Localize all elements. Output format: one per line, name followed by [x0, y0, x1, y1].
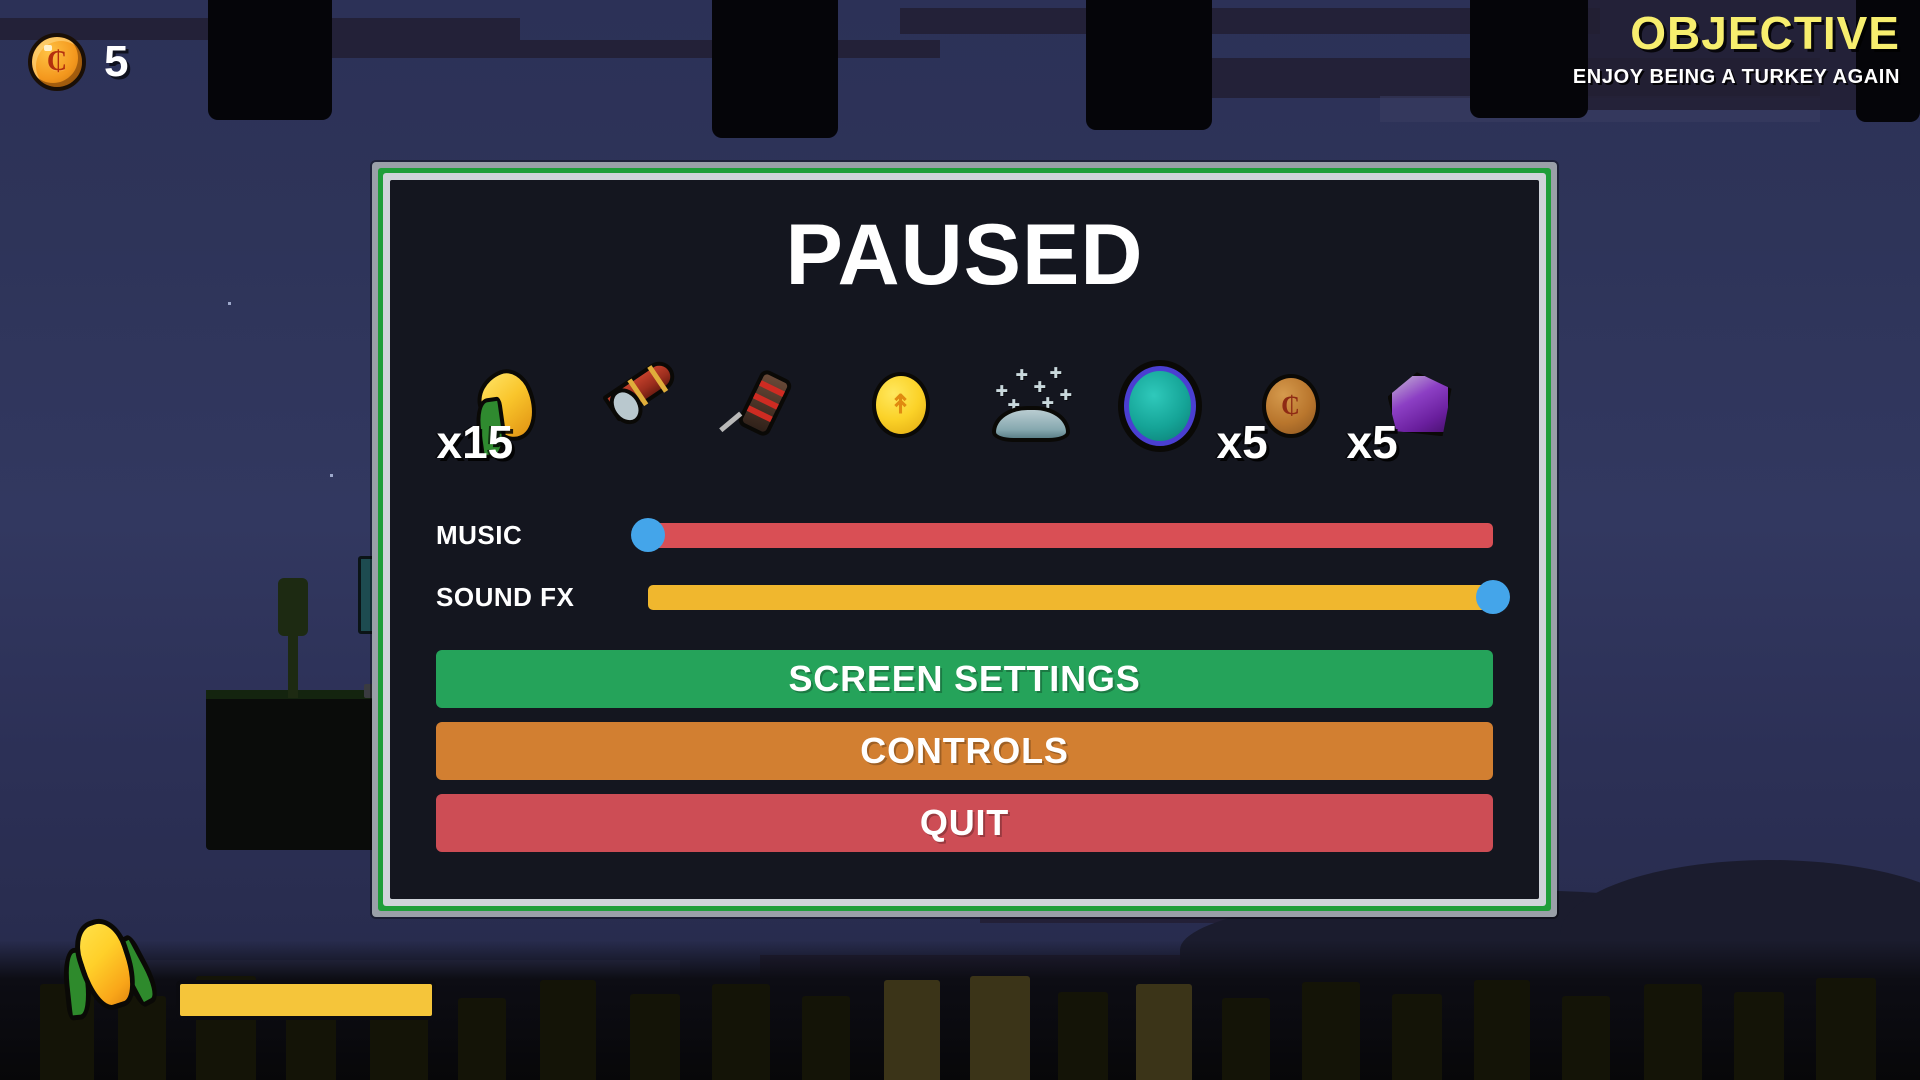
- corn-stalk: [1302, 982, 1360, 1080]
- objective-hud: OBJECTIVE ENJOY BEING A TURKEY AGAIN: [1573, 10, 1900, 89]
- horn-icon: [596, 356, 684, 450]
- portal-orb-icon: [1116, 362, 1204, 450]
- coin-glyph: ₵: [46, 46, 68, 77]
- tree-foliage: [278, 578, 308, 636]
- screen-settings-button[interactable]: SCREEN SETTINGS: [436, 650, 1493, 709]
- controls-button[interactable]: CONTROLS: [436, 722, 1493, 781]
- objective-title: OBJECTIVE: [1630, 7, 1900, 59]
- bronze-coin-glyph: ₵: [1281, 391, 1300, 421]
- hanging-platform: [712, 0, 838, 138]
- music-slider-row: MUSIC: [436, 504, 1493, 566]
- snowflake: ✚: [1059, 387, 1073, 405]
- star: [330, 474, 333, 477]
- objective-subtitle: ENJOY BEING A TURKEY AGAIN: [1572, 66, 1900, 88]
- hanging-platform: [1470, 0, 1588, 118]
- corn-stalk: [1734, 992, 1784, 1080]
- hanging-platform: [1086, 0, 1212, 130]
- gold-coin-glyph: ↟: [889, 390, 912, 420]
- corn-stalk: [1816, 978, 1876, 1080]
- sfx-slider-track[interactable]: [648, 584, 1493, 610]
- snow-cloud-icon-shape: [991, 406, 1070, 443]
- cloud-band: [260, 40, 940, 58]
- firecracker-stripe: [746, 405, 773, 423]
- horn-band: [646, 365, 668, 394]
- snowflake: ✚: [1015, 367, 1029, 385]
- corn-stalk: [1392, 994, 1442, 1080]
- sfx-slider[interactable]: [648, 580, 1510, 615]
- inventory-slot-portal-orb[interactable]: [1101, 351, 1219, 461]
- audio-settings: MUSIC SOUND FX: [436, 504, 1510, 628]
- horn-band: [626, 378, 648, 407]
- sfx-slider-label: SOUND FX: [436, 581, 575, 612]
- quit-button[interactable]: QUIT: [436, 794, 1493, 853]
- powerup-progress-bar: [176, 980, 436, 1020]
- snowflake: ✚: [1033, 379, 1047, 397]
- inventory-strip: x15 ↟ ✚ ✚ ✚ ✚ ✚ ✚ ✚ ₵ x5 x5: [436, 346, 1493, 468]
- hanging-platform: [208, 0, 332, 120]
- corn-icon: [43, 898, 168, 1032]
- snowflake: ✚: [995, 383, 1009, 401]
- corn-stalk: [630, 994, 680, 1080]
- panel-inner-border: PAUSED x15 ↟ ✚ ✚ ✚ ✚ ✚ ✚ ✚ ₵ x5 x5 MUSIC…: [383, 173, 1546, 906]
- firecracker-stripe: [752, 393, 779, 410]
- gold-coin-icon: ↟: [856, 362, 944, 450]
- sfx-slider-handle[interactable]: [1476, 580, 1510, 615]
- bronze-coin-icon-shape: ₵: [1261, 374, 1320, 439]
- music-slider-track[interactable]: [648, 522, 1493, 548]
- music-slider-handle[interactable]: [631, 518, 665, 553]
- coin-counter-hud: ₵ 5: [28, 33, 129, 91]
- sfx-slider-row: SOUND FX: [436, 566, 1510, 628]
- inventory-slot-gold-coin[interactable]: ↟: [841, 351, 959, 461]
- inventory-count-bronze-coin: x5: [1216, 416, 1268, 469]
- corn-stalk: [802, 996, 850, 1080]
- inventory-count-crystal: x5: [1346, 416, 1398, 469]
- inventory-slot-horn[interactable]: [581, 351, 699, 461]
- star: [228, 302, 231, 305]
- music-slider-label: MUSIC: [436, 519, 523, 550]
- horn-icon-shape: [601, 356, 680, 423]
- coin-shine: [44, 45, 52, 51]
- inventory-slot-bronze-coin[interactable]: ₵ x5: [1217, 351, 1349, 468]
- corn-stalk: [884, 980, 940, 1080]
- corn-stalk: [970, 976, 1030, 1080]
- firecracker-icon: [718, 362, 814, 450]
- corn-stalk: [1136, 984, 1192, 1080]
- coin-icon: ₵: [28, 33, 86, 91]
- inventory-slot-firecracker[interactable]: [711, 351, 829, 461]
- firecracker-icon-shape: [718, 367, 794, 439]
- inventory-slot-crystal[interactable]: x5: [1347, 351, 1479, 468]
- corn-stalk: [1644, 984, 1702, 1080]
- coin-count-label: 5: [104, 37, 129, 86]
- firecracker-stripe: [758, 380, 785, 398]
- inventory-slot-snow-cloud[interactable]: ✚ ✚ ✚ ✚ ✚ ✚ ✚: [971, 351, 1089, 461]
- corn-stalk: [540, 980, 596, 1080]
- corn-stalk: [712, 984, 770, 1080]
- corn-stalk: [1058, 992, 1108, 1080]
- gold-coin-icon-shape: ↟: [871, 372, 930, 439]
- pause-menu-content: PAUSED x15 ↟ ✚ ✚ ✚ ✚ ✚ ✚ ✚ ₵ x5 x5 MUSIC…: [390, 180, 1539, 899]
- portal-orb-icon-shape: [1123, 366, 1196, 447]
- corn-stalk: [458, 998, 506, 1080]
- firecracker-fuse: [718, 411, 742, 433]
- corn-stalk: [1562, 996, 1610, 1080]
- panel-accent-border: PAUSED x15 ↟ ✚ ✚ ✚ ✚ ✚ ✚ ✚ ₵ x5 x5 MUSIC…: [378, 168, 1551, 911]
- music-slider[interactable]: [631, 518, 1493, 553]
- inventory-slot-wheat[interactable]: x15: [437, 351, 569, 468]
- page-title: PAUSED: [785, 207, 1144, 303]
- snowflake: ✚: [1049, 365, 1063, 383]
- powerup-hud: [58, 910, 436, 1021]
- corn-stalk: [1222, 998, 1270, 1080]
- corn-stalk: [1474, 980, 1530, 1080]
- inventory-count-wheat: x15: [436, 416, 514, 469]
- pause-menu-buttons: SCREEN SETTINGS CONTROLS QUIT: [436, 650, 1493, 853]
- snow-cloud-icon: ✚ ✚ ✚ ✚ ✚ ✚ ✚: [986, 362, 1074, 450]
- pause-menu-panel: PAUSED x15 ↟ ✚ ✚ ✚ ✚ ✚ ✚ ✚ ₵ x5 x5 MUSIC…: [372, 162, 1557, 917]
